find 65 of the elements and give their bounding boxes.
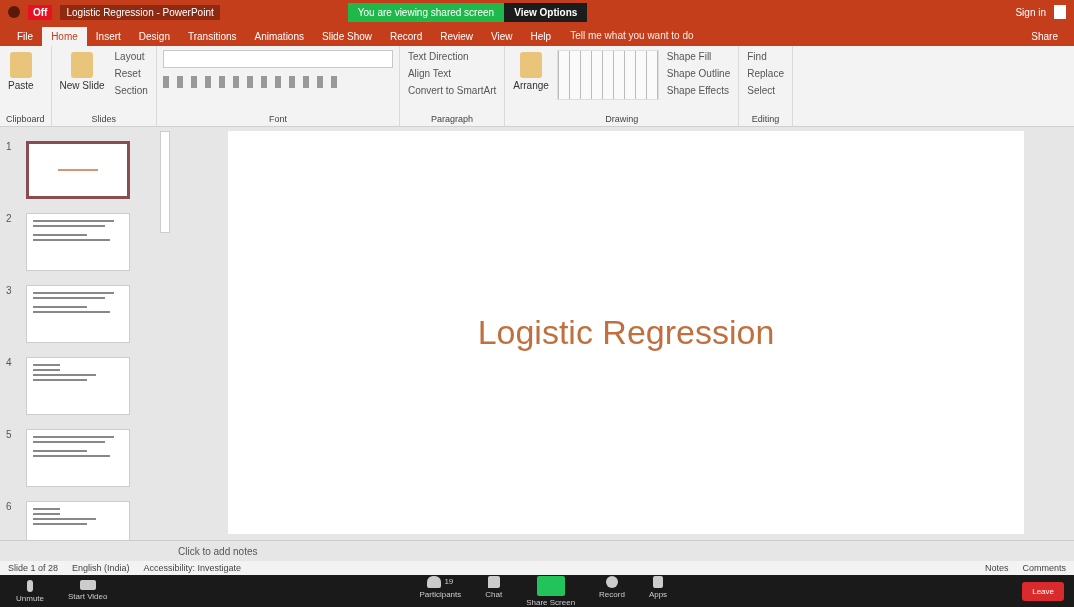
ribbon-tab[interactable]: Insert: [86, 27, 130, 46]
group-label: Paragraph: [430, 114, 475, 124]
meeting-button[interactable]: Apps: [642, 575, 674, 607]
group-label: Slides: [90, 114, 117, 124]
group-label: Drawing: [604, 114, 640, 124]
meeting-button[interactable]: Chat: [479, 575, 509, 607]
meeting-button[interactable]: Record: [593, 575, 631, 607]
status-button[interactable]: Comments: [1022, 563, 1066, 573]
ribbon-button[interactable]: Layout: [112, 50, 150, 63]
ribbon-button[interactable]: Convert to SmartArt: [405, 84, 499, 97]
group-label: Editing: [750, 114, 781, 124]
shapes-gallery[interactable]: [556, 50, 659, 100]
ribbon-tab[interactable]: Design: [129, 27, 179, 46]
ribbon-tab[interactable]: Review: [431, 27, 483, 46]
window-title: Logistic Regression - PowerPoint: [60, 4, 220, 20]
status-text: English (India): [72, 563, 130, 573]
ribbon-tab[interactable]: Home: [42, 27, 87, 46]
slide-number: 4: [6, 357, 13, 370]
slide-number: 6: [6, 501, 13, 514]
font-field[interactable]: [162, 50, 393, 68]
ribbon-tab[interactable]: Transitions: [178, 27, 246, 46]
ribbon-tab[interactable]: Animations: [245, 27, 313, 46]
leave-button[interactable]: Leave: [1022, 581, 1064, 601]
meeting-button[interactable]: Start Video: [62, 579, 114, 603]
slide-number: 3: [6, 285, 13, 298]
ribbon-button[interactable]: Shape Outline: [664, 67, 733, 80]
ribbon-tab[interactable]: File: [8, 27, 43, 46]
meeting-button[interactable]: 19 Participants: [413, 575, 468, 607]
ribbon-button[interactable]: Find: [745, 50, 786, 63]
ribbon-button[interactable]: Shape Fill: [664, 50, 733, 63]
notes-field[interactable]: Click to add notes: [178, 545, 258, 557]
group-label: Clipboard: [6, 114, 45, 124]
ribbon-button[interactable]: Shape Effects: [664, 84, 733, 97]
meeting-button[interactable]: Share Screen: [520, 575, 582, 607]
tell-me-field[interactable]: Tell me what you want to do: [560, 25, 704, 45]
slide-number: 5: [6, 429, 13, 442]
ribbon-button[interactable]: Section: [112, 84, 150, 97]
ribbon-button[interactable]: Arrange: [511, 50, 551, 93]
status-text: Accessibility: Investigate: [143, 563, 242, 573]
ribbon-button[interactable]: Align Text: [405, 67, 499, 80]
ribbon-button[interactable]: Paste: [6, 50, 36, 93]
ribbon-button[interactable]: New Slide: [57, 50, 107, 93]
slide-number: 2: [6, 213, 13, 226]
save-icon[interactable]: [8, 6, 20, 18]
slide-title: Logistic Regression: [477, 313, 775, 352]
view-options-button[interactable]: View Options: [504, 2, 588, 22]
status-text: Slide 1 of 28: [8, 563, 59, 573]
ribbon-tab[interactable]: View: [482, 27, 522, 46]
share-banner: You are viewing shared screen: [347, 2, 505, 22]
ribbon-tab[interactable]: Record: [381, 27, 432, 46]
ribbon-tab[interactable]: Help: [521, 27, 561, 46]
ribbon-button[interactable]: Reset: [112, 67, 150, 80]
meeting-button[interactable]: Unmute: [10, 579, 50, 603]
ribbon-button[interactable]: Replace: [745, 67, 786, 80]
group-label: Font: [267, 114, 288, 124]
slide-thumbnail[interactable]: [26, 141, 130, 199]
ribbon-button[interactable]: Text Direction: [405, 50, 499, 63]
status-button[interactable]: Notes: [984, 563, 1009, 573]
share-button[interactable]: Share: [1023, 27, 1066, 46]
scrollbar[interactable]: [160, 131, 170, 233]
user-name[interactable]: Sign in: [1015, 6, 1046, 18]
slide-number: 1: [6, 141, 13, 154]
autosave-toggle[interactable]: Off: [28, 4, 53, 20]
ribbon-tab[interactable]: Slide Show: [313, 27, 381, 46]
ribbon-button[interactable]: Select: [745, 84, 786, 97]
